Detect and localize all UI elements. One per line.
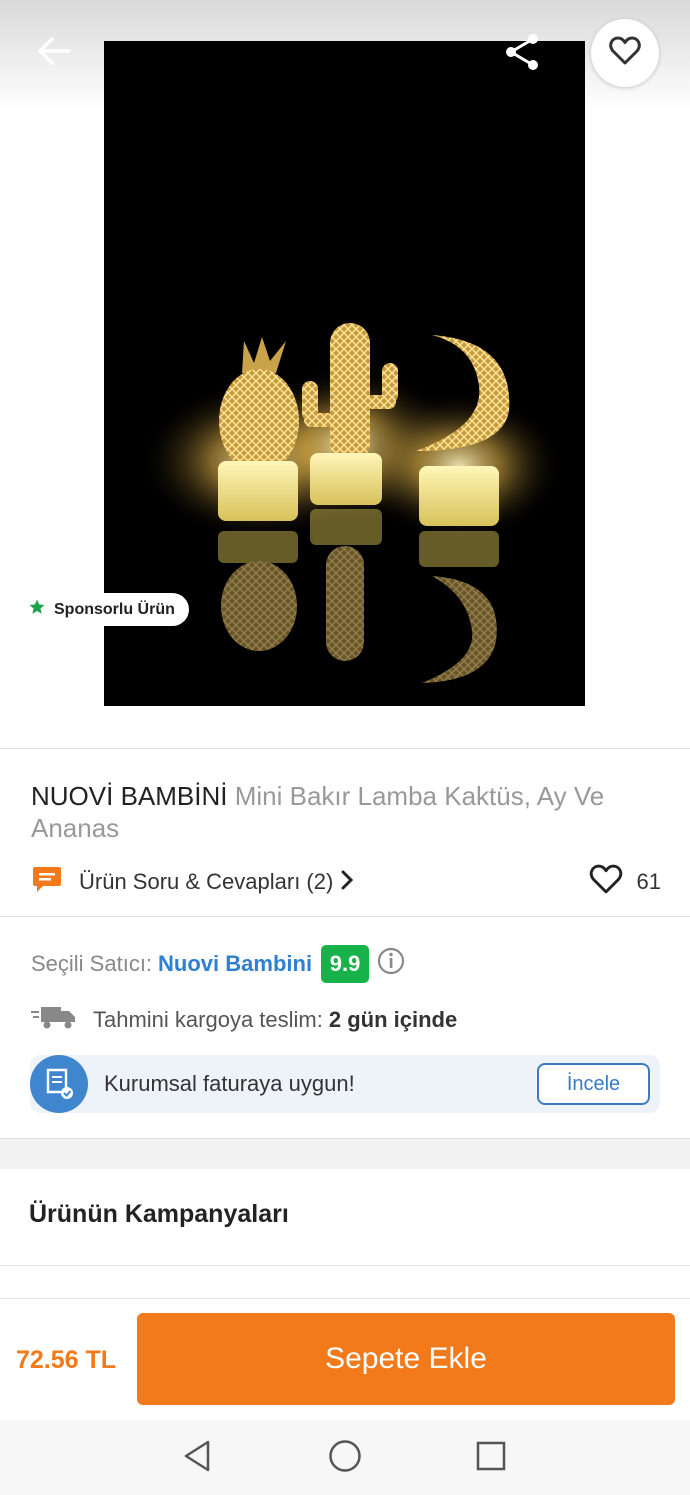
info-icon[interactable] — [377, 947, 405, 981]
chat-bubble-icon — [31, 866, 63, 899]
sponsored-label: Sponsorlu Ürün — [54, 600, 175, 618]
shipping-value: 2 gün içinde — [328, 1007, 458, 1032]
invoice-icon — [30, 1055, 88, 1113]
arrow-left-icon — [37, 36, 71, 70]
seller-score-badge: 9.9 — [321, 945, 370, 983]
system-navigation-bar — [0, 1420, 690, 1495]
corporate-invoice-text: Kurumsal faturaya uygun! — [104, 1071, 355, 1096]
seller-name-link[interactable]: Nuovi Bambini — [158, 951, 312, 977]
price: 72.56 TL — [16, 1346, 117, 1374]
square-recents-icon — [476, 1441, 506, 1476]
likes-counter[interactable]: 61 — [589, 864, 661, 901]
chevron-right-icon[interactable] — [341, 870, 354, 895]
inspect-button[interactable]: İncele — [537, 1063, 650, 1105]
seller-label: Seçili Satıcı: — [31, 951, 153, 976]
system-home-button[interactable] — [321, 1434, 369, 1482]
star-icon — [28, 598, 46, 621]
share-icon — [502, 32, 542, 77]
triangle-back-icon — [182, 1439, 212, 1478]
section-separator — [0, 1138, 690, 1169]
product-detail-screen: Sponsorlu Ürün NUOVİ BAMBİNİ Mini Bakır … — [0, 0, 690, 1495]
divider — [0, 916, 690, 917]
add-to-cart-button[interactable]: Sepete Ekle — [137, 1313, 675, 1405]
shipping-row: Tahmini kargoya teslim: 2 gün içinde — [31, 1000, 457, 1040]
product-title: NUOVİ BAMBİNİ Mini Bakır Lamba Kaktüs, A… — [31, 780, 661, 844]
system-back-button[interactable] — [173, 1434, 221, 1482]
likes-count: 61 — [636, 869, 661, 894]
shipping-label: Tahmini kargoya teslim: — [93, 1007, 323, 1032]
heart-outline-icon — [609, 36, 641, 71]
circle-home-icon — [328, 1439, 362, 1478]
heart-outline-icon — [589, 864, 623, 901]
back-button[interactable] — [26, 28, 82, 78]
product-brand[interactable]: NUOVİ BAMBİNİ — [31, 781, 227, 811]
sponsored-badge: Sponsorlu Ürün — [22, 593, 189, 626]
campaigns-title[interactable]: Ürünün Kampanyaları — [29, 1200, 289, 1229]
share-button[interactable] — [496, 30, 548, 78]
seller-row: Seçili Satıcı: Nuovi Bambini 9.9 — [31, 943, 405, 985]
system-recents-button[interactable] — [467, 1434, 515, 1482]
divider — [0, 748, 690, 749]
divider — [0, 1265, 690, 1266]
qa-row: Ürün Soru & Cevapları (2) 61 — [31, 862, 661, 902]
corporate-invoice-banner: Kurumsal faturaya uygun! İncele — [30, 1055, 660, 1113]
qa-link[interactable]: Ürün Soru & Cevapları (2) — [79, 869, 333, 895]
product-image-area[interactable]: Sponsorlu Ürün — [0, 0, 690, 748]
favorite-button[interactable] — [591, 19, 659, 87]
truck-icon — [31, 1004, 77, 1036]
